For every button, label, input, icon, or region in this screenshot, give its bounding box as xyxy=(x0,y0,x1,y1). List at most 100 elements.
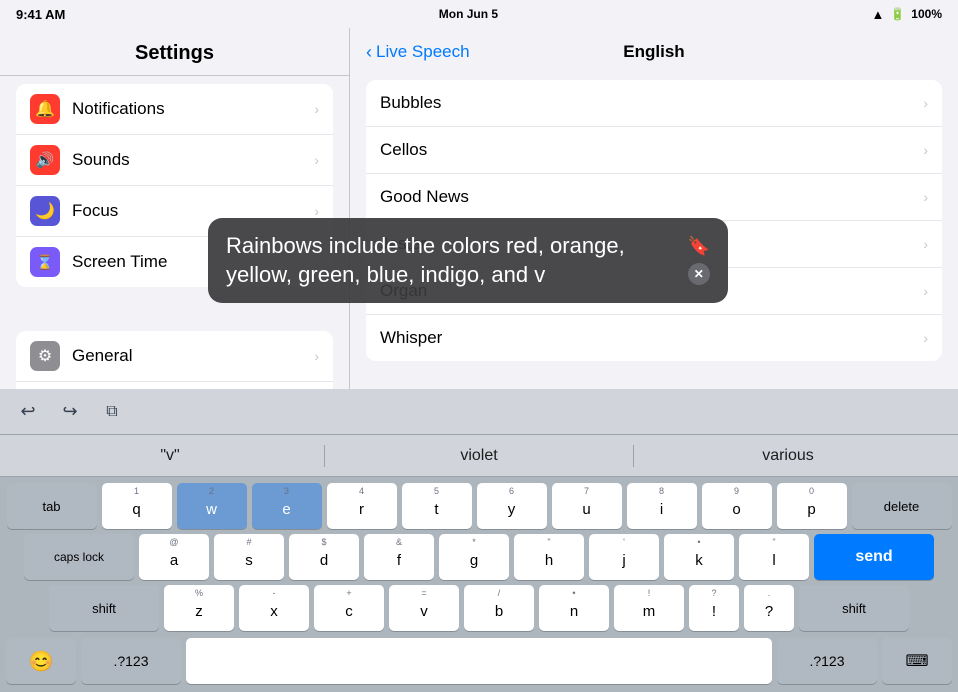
key-c[interactable]: +c xyxy=(314,585,384,631)
sounds-icon: 🔊 xyxy=(30,145,60,175)
suggestion-v[interactable]: "v" xyxy=(16,447,324,465)
good-news-chevron: › xyxy=(923,189,928,205)
sounds-label: Sounds xyxy=(72,150,302,170)
key-h[interactable]: "h xyxy=(514,534,584,580)
key-i[interactable]: 8i xyxy=(627,483,697,529)
settings-item-sounds[interactable]: 🔊 Sounds › xyxy=(16,135,333,186)
settings-item-general[interactable]: ⚙ General › xyxy=(16,331,333,382)
keyboard-row-2: caps lock @a #s $d &f *g "h 'j •k "l sen… xyxy=(6,534,952,580)
emoji-key[interactable]: 😊 xyxy=(6,638,76,684)
key-z[interactable]: %z xyxy=(164,585,234,631)
bubbles-label: Bubbles xyxy=(380,93,441,113)
key-w[interactable]: 2w xyxy=(177,483,247,529)
english-item-bubbles[interactable]: Bubbles › xyxy=(366,80,942,127)
english-item-cellos[interactable]: Cellos › xyxy=(366,127,942,174)
close-icon[interactable]: ✕ xyxy=(688,263,710,285)
status-right: ▲ 🔋 100% xyxy=(871,7,942,22)
key-p[interactable]: 0p xyxy=(777,483,847,529)
shift-left-key[interactable]: shift xyxy=(49,585,159,631)
speech-actions: 🔖 ✕ xyxy=(688,236,710,285)
key-k[interactable]: •k xyxy=(664,534,734,580)
focus-chevron: › xyxy=(314,203,319,219)
jester-chevron: › xyxy=(923,236,928,252)
key-b[interactable]: /b xyxy=(464,585,534,631)
back-label: Live Speech xyxy=(376,42,470,62)
organ-chevron: › xyxy=(923,283,928,299)
suggestions-bar: "v" violet various xyxy=(0,435,958,477)
bubbles-chevron: › xyxy=(923,95,928,111)
speech-text: Rainbows include the colors red, orange,… xyxy=(226,232,678,289)
focus-icon: 🌙 xyxy=(30,196,60,226)
keyboard-toolbar: ↩ ↪ ⧉ xyxy=(0,389,958,435)
key-m[interactable]: !m xyxy=(614,585,684,631)
speech-bubble: Rainbows include the colors red, orange,… xyxy=(208,218,728,303)
send-key[interactable]: send xyxy=(814,534,934,580)
key-v[interactable]: =v xyxy=(389,585,459,631)
key-q[interactable]: 1q xyxy=(102,483,172,529)
sounds-chevron: › xyxy=(314,152,319,168)
delete-key[interactable]: delete xyxy=(852,483,952,529)
key-r[interactable]: 4r xyxy=(327,483,397,529)
english-title: English xyxy=(623,42,684,62)
undo-button[interactable]: ↩ xyxy=(12,396,44,428)
english-item-good-news[interactable]: Good News › xyxy=(366,174,942,221)
keyboard-row-1: tab 1q 2w 3e 4r 5t 6y 7u 8i 9o 0p delete xyxy=(6,483,952,529)
bookmark-icon[interactable]: 🔖 xyxy=(688,236,710,257)
key-e[interactable]: 3e xyxy=(252,483,322,529)
key-s[interactable]: #s xyxy=(214,534,284,580)
notifications-label: Notifications xyxy=(72,99,302,119)
general-icon: ⚙ xyxy=(30,341,60,371)
tab-key[interactable]: tab xyxy=(7,483,97,529)
paste-button[interactable]: ⧉ xyxy=(96,396,128,428)
wifi-icon: ▲ xyxy=(871,7,884,22)
suggestion-various[interactable]: various xyxy=(634,447,942,465)
space-key[interactable] xyxy=(186,638,772,684)
key-n[interactable]: •n xyxy=(539,585,609,631)
key-j[interactable]: 'j xyxy=(589,534,659,580)
keyboard-row-3: shift %z -x +c =v /b •n !m ?! .? shift xyxy=(6,585,952,631)
battery-icon: 🔋 xyxy=(890,7,905,21)
screen-time-icon: ⌛ xyxy=(30,247,60,277)
english-item-whisper[interactable]: Whisper › xyxy=(366,315,942,361)
english-header: ‹ Live Speech English xyxy=(350,28,958,72)
num-switch-right-key[interactable]: .?123 xyxy=(777,638,877,684)
key-a[interactable]: @a xyxy=(139,534,209,580)
toolbar-left: ↩ ↪ ⧉ xyxy=(12,396,946,428)
key-d[interactable]: $d xyxy=(289,534,359,580)
keyboard-bottom-row: 😊 .?123 .?123 ⌨ xyxy=(0,638,958,692)
keyboard-rows: tab 1q 2w 3e 4r 5t 6y 7u 8i 9o 0p delete… xyxy=(0,477,958,638)
caps-lock-key[interactable]: caps lock xyxy=(24,534,134,580)
cellos-chevron: › xyxy=(923,142,928,158)
key-o[interactable]: 9o xyxy=(702,483,772,529)
status-bar: 9:41 AM Mon Jun 5 ▲ 🔋 100% xyxy=(0,0,958,28)
notifications-icon: 🔔 xyxy=(30,94,60,124)
key-u[interactable]: 7u xyxy=(552,483,622,529)
redo-button[interactable]: ↪ xyxy=(54,396,86,428)
back-button[interactable]: ‹ Live Speech xyxy=(366,42,470,63)
key-exclaim[interactable]: ?! xyxy=(689,585,739,631)
battery-pct: 100% xyxy=(911,7,942,21)
key-y[interactable]: 6y xyxy=(477,483,547,529)
general-chevron: › xyxy=(314,348,319,364)
settings-header: Settings xyxy=(0,28,349,76)
key-x[interactable]: -x xyxy=(239,585,309,631)
shift-right-key[interactable]: shift xyxy=(799,585,909,631)
whisper-label: Whisper xyxy=(380,328,442,348)
keyboard-overlay: ↩ ↪ ⧉ "v" violet various tab 1q 2w 3e 4r… xyxy=(0,389,958,692)
good-news-label: Good News xyxy=(380,187,469,207)
key-g[interactable]: *g xyxy=(439,534,509,580)
status-date: Mon Jun 5 xyxy=(439,7,498,21)
key-f[interactable]: &f xyxy=(364,534,434,580)
suggestion-violet[interactable]: violet xyxy=(325,447,633,465)
back-chevron: ‹ xyxy=(366,42,372,63)
general-label: General xyxy=(72,346,302,366)
keyboard-icon[interactable]: ⌨ xyxy=(882,638,952,684)
key-l[interactable]: "l xyxy=(739,534,809,580)
notifications-chevron: › xyxy=(314,101,319,117)
key-question[interactable]: .? xyxy=(744,585,794,631)
settings-title: Settings xyxy=(16,42,333,65)
num-switch-key[interactable]: .?123 xyxy=(81,638,181,684)
status-time: 9:41 AM xyxy=(16,7,65,22)
settings-item-notifications[interactable]: 🔔 Notifications › xyxy=(16,84,333,135)
key-t[interactable]: 5t xyxy=(402,483,472,529)
